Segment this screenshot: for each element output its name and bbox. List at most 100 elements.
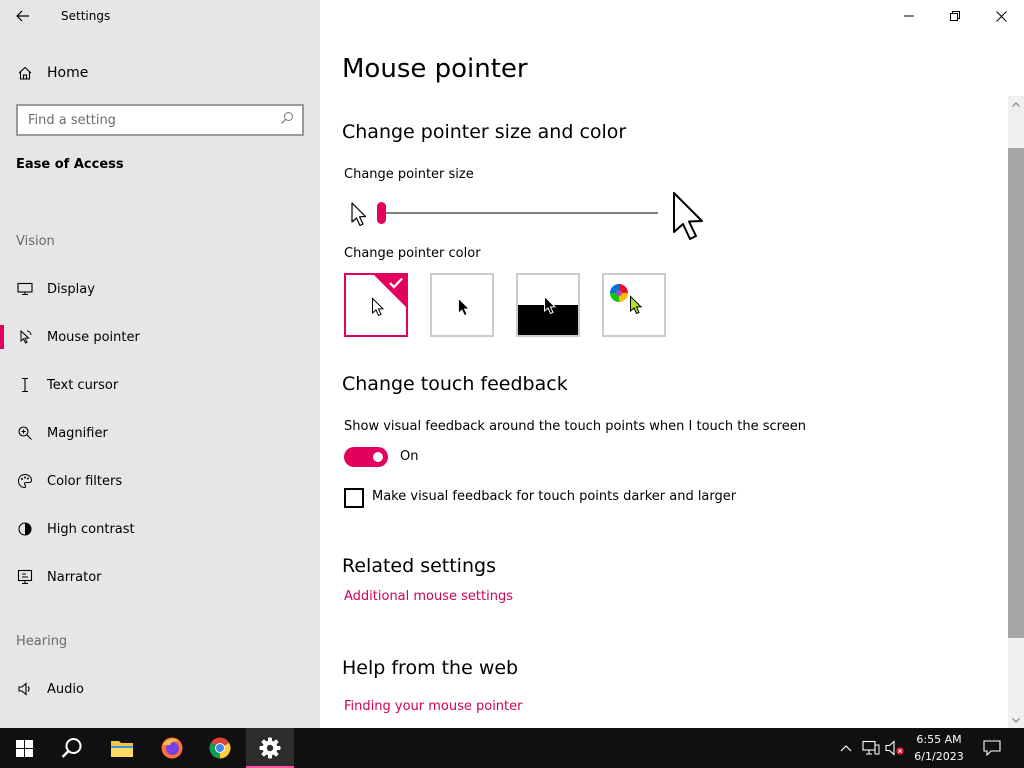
scroll-down-button[interactable] [1008, 712, 1024, 728]
search-icon [61, 738, 82, 758]
monitor-icon [16, 280, 34, 298]
scrollbar-thumb[interactable] [1008, 148, 1024, 638]
volume-muted-icon [885, 740, 904, 756]
vertical-scrollbar[interactable] [1008, 96, 1024, 728]
sidebar-item-label: Color filters [47, 473, 123, 489]
main-content: Mouse pointer Change pointer size and co… [320, 0, 1024, 728]
pointer-color-custom[interactable] [602, 273, 666, 337]
taskbar-firefox[interactable] [148, 728, 196, 768]
narrator-icon [16, 568, 34, 586]
large-pointer-icon [671, 190, 707, 246]
close-icon [995, 10, 1007, 22]
touch-feedback-toggle[interactable] [344, 447, 388, 467]
pointer-color-label: Change pointer color [344, 246, 481, 261]
search-input[interactable] [28, 112, 280, 128]
pointer-color-black[interactable] [430, 273, 494, 337]
darker-feedback-checkbox[interactable] [344, 488, 364, 508]
magnifier-icon [16, 424, 34, 442]
pointer-section-heading: Change pointer size and color [342, 121, 627, 143]
black-pointer-icon [458, 297, 470, 317]
show-hidden-icons-button[interactable] [837, 728, 855, 768]
search-icon[interactable] [280, 111, 294, 129]
pointer-size-slider-thumb[interactable] [377, 202, 386, 224]
minimize-button[interactable] [886, 0, 932, 32]
pointer-color-white[interactable] [344, 273, 408, 337]
small-pointer-icon [350, 201, 368, 231]
touch-section-heading: Change touch feedback [342, 373, 568, 395]
start-icon [15, 739, 33, 757]
close-button[interactable] [978, 0, 1024, 32]
file-explorer-icon [111, 741, 133, 757]
sidebar-item-label: Text cursor [47, 377, 119, 393]
pointer-size-label: Change pointer size [344, 167, 474, 182]
group-label-vision: Vision [16, 234, 55, 249]
restore-icon [950, 11, 960, 21]
taskbar-search-button[interactable] [48, 728, 96, 768]
contrast-icon [16, 520, 34, 538]
sidebar-item-label: Mouse pointer [47, 329, 140, 345]
sidebar-item-label: Home [47, 65, 89, 81]
volume-button[interactable] [884, 728, 906, 768]
restore-button[interactable] [932, 0, 978, 32]
sidebar-item-magnifier[interactable]: Magnifier [0, 413, 320, 453]
start-button[interactable] [0, 728, 48, 768]
sidebar-item-home[interactable]: Home [0, 56, 320, 90]
settings-sidebar: Settings Home Ease of Access Vision Disp… [0, 0, 320, 728]
notification-icon [983, 740, 1001, 756]
back-button[interactable] [0, 0, 46, 32]
search-box[interactable] [16, 104, 304, 136]
home-icon [16, 64, 34, 82]
page-title: Mouse pointer [342, 54, 528, 84]
help-heading: Help from the web [342, 657, 519, 679]
sidebar-item-label: Display [47, 281, 95, 297]
toggle-state-label: On [400, 449, 419, 464]
firefox-icon [161, 737, 183, 759]
white-pointer-icon [372, 297, 385, 317]
window-controls [886, 0, 1024, 32]
custom-pointer-icon [630, 295, 643, 315]
sidebar-item-label: High contrast [47, 521, 135, 537]
sidebar-item-display[interactable]: Display [0, 269, 320, 309]
network-button[interactable] [860, 728, 882, 768]
window-title: Settings [61, 9, 111, 23]
pointer-size-track[interactable] [382, 212, 658, 214]
color-wheel-icon [610, 284, 628, 302]
palette-icon [16, 472, 34, 490]
touch-feedback-description: Show visual feedback around the touch po… [344, 419, 806, 434]
chevron-down-icon [1012, 717, 1020, 723]
speaker-icon [16, 680, 34, 698]
taskbar-clock[interactable]: 6:55 AM 6/1/2023 [908, 731, 970, 765]
related-settings-heading: Related settings [342, 555, 496, 577]
sidebar-item-text-cursor[interactable]: Text cursor [0, 365, 320, 405]
checkbox-label: Make visual feedback for touch points da… [372, 489, 737, 504]
additional-mouse-settings-link[interactable]: Additional mouse settings [344, 589, 513, 604]
taskbar-file-explorer[interactable] [98, 728, 146, 768]
sidebar-item-high-contrast[interactable]: High contrast [0, 509, 320, 549]
back-arrow-icon [16, 10, 29, 22]
pointer-color-inverted[interactable] [516, 273, 580, 337]
taskbar-settings[interactable] [246, 728, 294, 768]
chevron-up-icon [1012, 101, 1020, 107]
section-title: Ease of Access [16, 157, 124, 172]
scroll-up-button[interactable] [1008, 96, 1024, 112]
finding-pointer-link[interactable]: Finding your mouse pointer [344, 699, 523, 714]
inverted-pointer-icon [544, 295, 557, 315]
sidebar-item-label: Narrator [47, 569, 102, 585]
sidebar-item-label: Magnifier [47, 425, 108, 441]
action-center-button[interactable] [978, 728, 1006, 768]
sidebar-item-narrator[interactable]: Narrator [0, 557, 320, 597]
network-icon [862, 740, 880, 755]
minimize-icon [904, 15, 914, 17]
group-label-hearing: Hearing [16, 634, 68, 649]
toggle-knob [373, 452, 383, 462]
text-cursor-icon [16, 376, 34, 394]
title-bar: Settings [0, 0, 320, 32]
clock-date: 6/1/2023 [914, 750, 964, 763]
sidebar-item-audio[interactable]: Audio [0, 669, 320, 709]
sidebar-item-label: Audio [47, 681, 84, 697]
chevron-up-icon [840, 745, 852, 752]
sidebar-item-color-filters[interactable]: Color filters [0, 461, 320, 501]
taskbar: 6:55 AM 6/1/2023 [0, 728, 1024, 768]
taskbar-chrome[interactable] [196, 728, 244, 768]
sidebar-item-mouse-pointer[interactable]: Mouse pointer [0, 317, 320, 357]
